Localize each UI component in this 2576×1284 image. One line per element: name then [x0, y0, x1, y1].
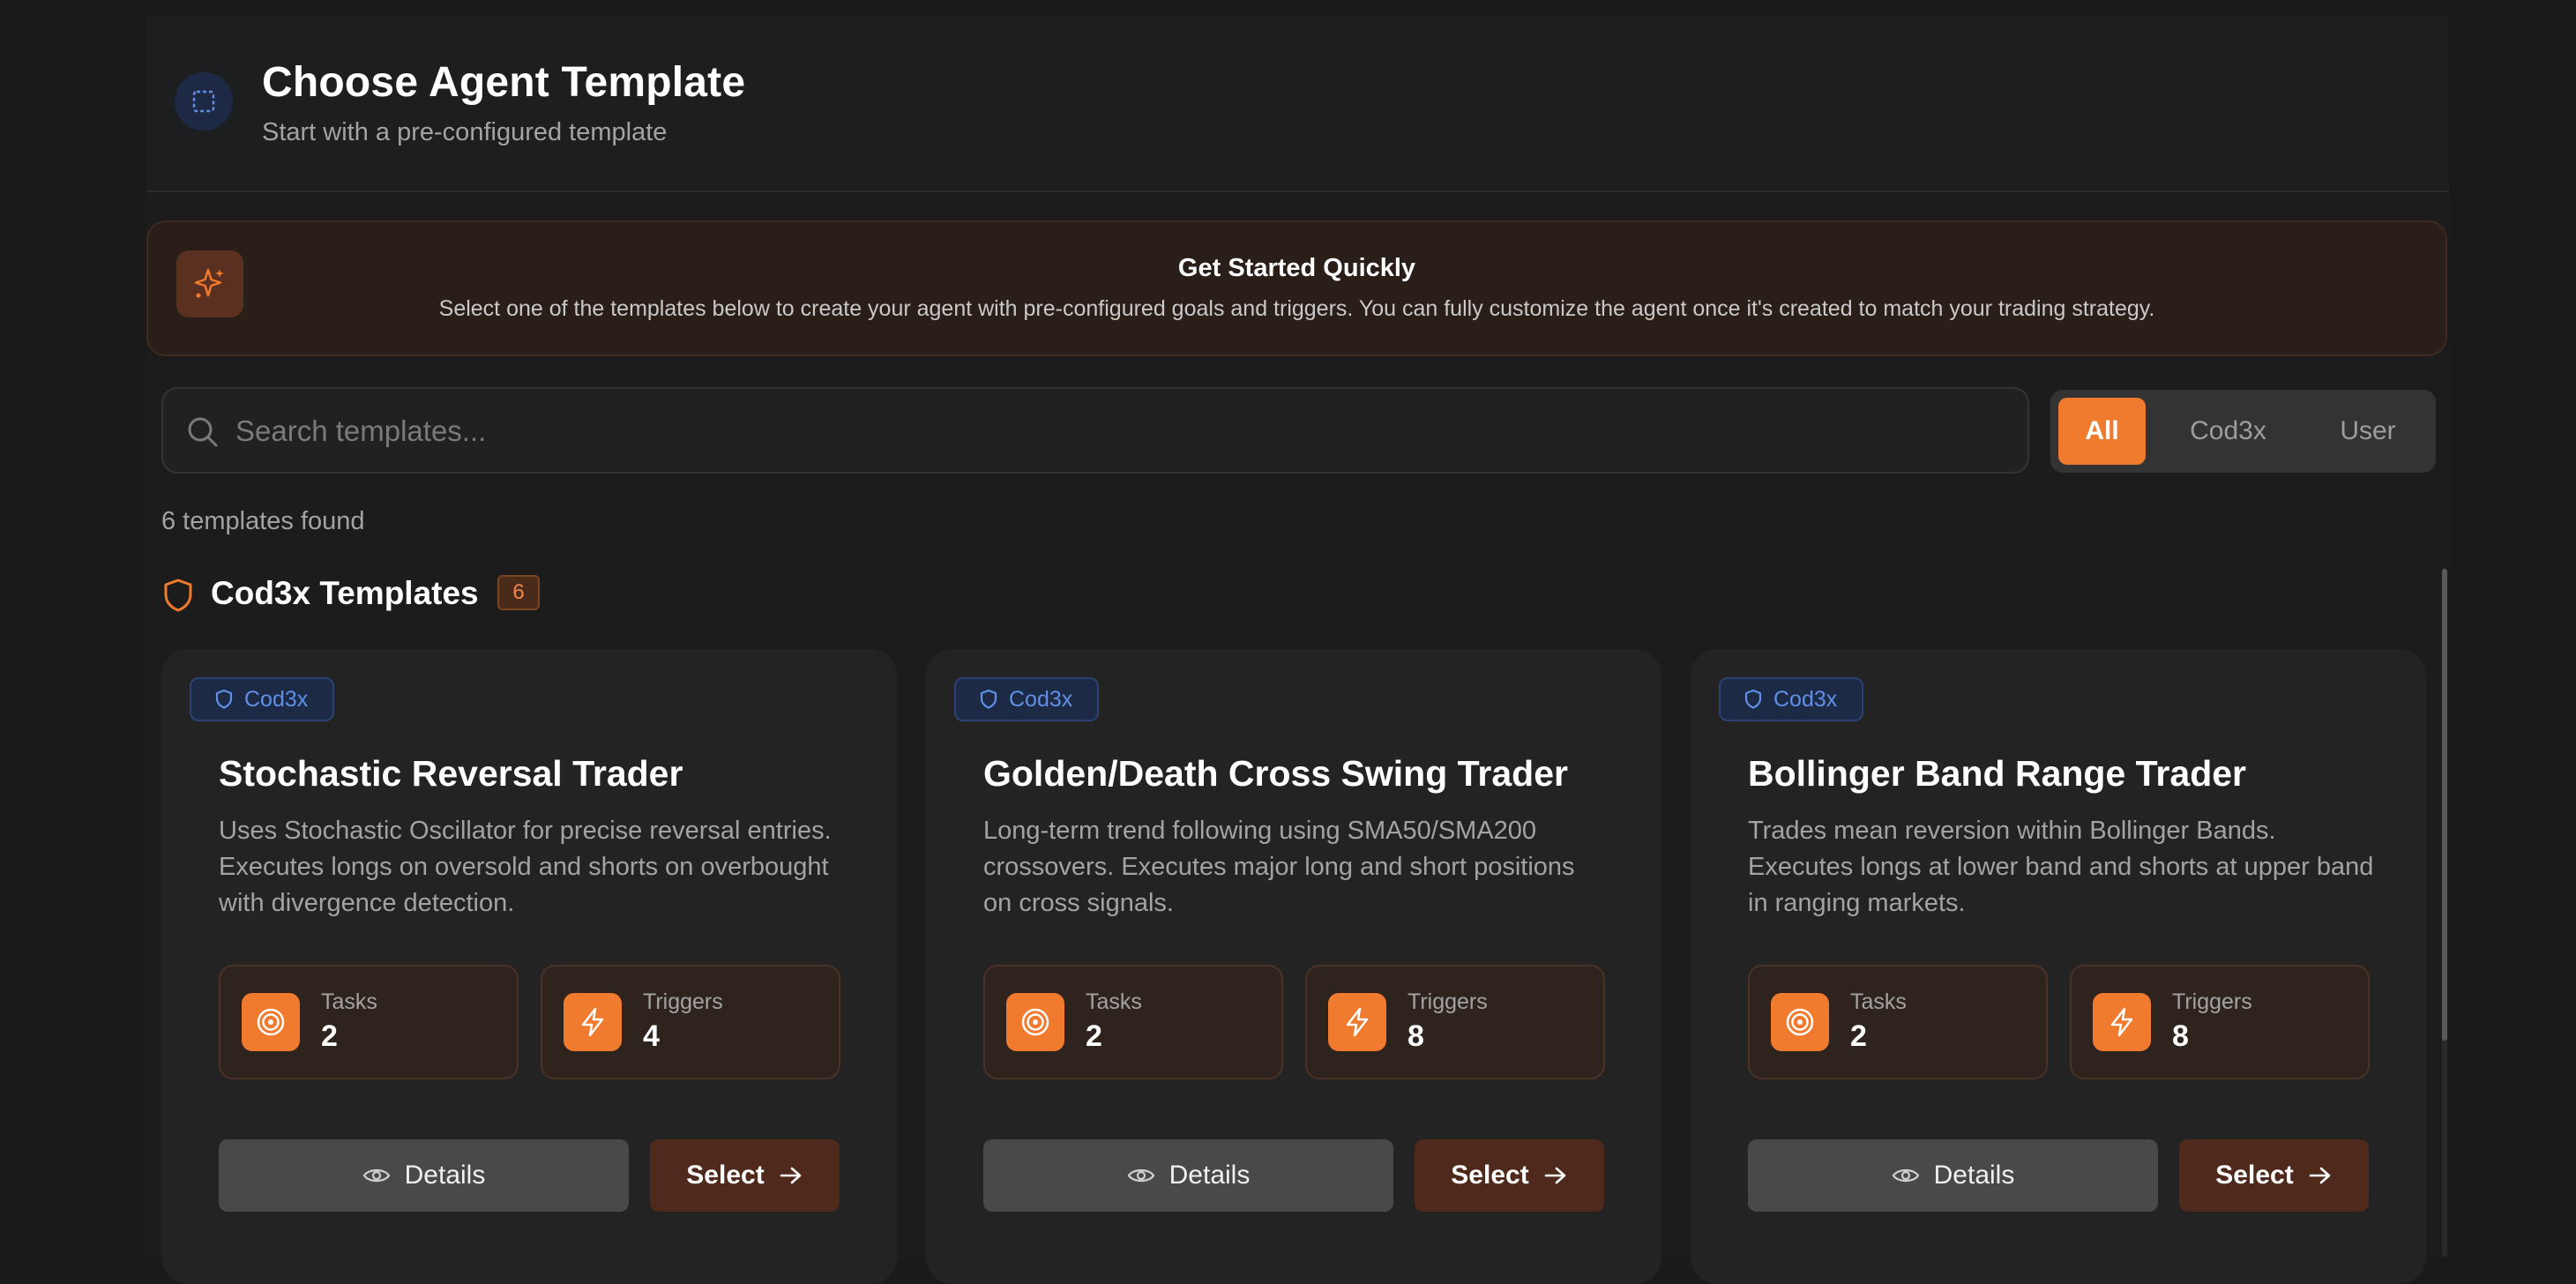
details-button[interactable]: Details	[1748, 1139, 2158, 1212]
details-button[interactable]: Details	[983, 1139, 1393, 1212]
eye-icon	[362, 1168, 390, 1183]
shield-icon	[161, 577, 195, 618]
page-header: Choose Agent Template Start with a pre-c…	[146, 16, 2449, 192]
card-title: Golden/Death Cross Swing Trader	[983, 753, 1568, 794]
lightning-icon	[564, 993, 622, 1051]
section-title: Cod3x Templates	[211, 575, 479, 611]
results-count: 6 templates found	[161, 507, 365, 535]
filter-user-button[interactable]: User	[2308, 398, 2428, 465]
target-icon	[242, 993, 300, 1051]
template-card[interactable]: Cod3x Stochastic Reversal Trader Uses St…	[161, 649, 897, 1284]
details-label: Details	[1933, 1161, 2015, 1190]
template-card[interactable]: Cod3x Golden/Death Cross Swing Trader Lo…	[926, 649, 1661, 1284]
tasks-count: 2	[321, 1019, 338, 1053]
select-label: Select	[2215, 1161, 2294, 1190]
filter-all-button[interactable]: All	[2058, 398, 2146, 465]
select-button[interactable]: Select	[650, 1139, 840, 1212]
target-icon	[1006, 993, 1064, 1051]
details-button[interactable]: Details	[219, 1139, 629, 1212]
tasks-stat: Tasks 2	[1748, 965, 2048, 1079]
badge-label: Cod3x	[1773, 686, 1838, 712]
filter-cod3x-button[interactable]: Cod3x	[2157, 398, 2299, 465]
triggers-count: 8	[1407, 1019, 1424, 1053]
tasks-count: 2	[1850, 1019, 1867, 1053]
tasks-label: Tasks	[321, 989, 377, 1014]
eye-icon	[1127, 1168, 1154, 1183]
source-filter-group: All Cod3x User	[2050, 390, 2436, 473]
triggers-count: 4	[643, 1019, 660, 1053]
triggers-label: Triggers	[1407, 989, 1488, 1014]
template-card[interactable]: Cod3x Bollinger Band Range Trader Trades…	[1691, 649, 2426, 1284]
select-button[interactable]: Select	[2179, 1139, 2369, 1212]
card-title: Bollinger Band Range Trader	[1748, 753, 2246, 794]
get-started-banner: Get Started Quickly Select one of the te…	[146, 220, 2447, 356]
shield-icon	[1744, 689, 1762, 709]
banner-text: Select one of the templates below to cre…	[438, 296, 2155, 321]
source-badge: Cod3x	[1719, 677, 1863, 721]
shield-icon	[215, 689, 233, 709]
arrow-right-icon	[1544, 1167, 1565, 1184]
card-description: Trades mean reversion within Bollinger B…	[1748, 817, 2374, 917]
select-label: Select	[1451, 1161, 1529, 1190]
search-input[interactable]	[234, 389, 2001, 474]
page-title: Choose Agent Template	[262, 59, 746, 106]
triggers-stat: Triggers 8	[2070, 965, 2370, 1079]
template-selection-icon	[175, 72, 233, 131]
tasks-stat: Tasks 2	[983, 965, 1283, 1079]
arrow-right-icon	[780, 1167, 801, 1184]
shield-icon	[980, 689, 997, 709]
arrow-right-icon	[2309, 1167, 2330, 1184]
tasks-stat: Tasks 2	[219, 965, 519, 1079]
tasks-label: Tasks	[1086, 989, 1142, 1014]
triggers-stat: Triggers 4	[541, 965, 840, 1079]
tasks-label: Tasks	[1850, 989, 1907, 1014]
select-button[interactable]: Select	[1415, 1139, 1604, 1212]
select-label: Select	[686, 1161, 765, 1190]
source-badge: Cod3x	[954, 677, 1099, 721]
section-count-badge: 6	[497, 575, 540, 610]
page-subtitle: Start with a pre-configured template	[262, 118, 668, 146]
triggers-label: Triggers	[643, 989, 723, 1014]
badge-label: Cod3x	[1009, 686, 1073, 712]
lightning-icon	[2093, 993, 2151, 1051]
card-title: Stochastic Reversal Trader	[219, 753, 683, 794]
scrollbar-thumb[interactable]	[2442, 569, 2447, 1041]
search-box[interactable]	[161, 387, 2029, 474]
banner-title: Get Started Quickly	[1177, 254, 1416, 282]
search-icon	[186, 415, 220, 453]
source-badge: Cod3x	[190, 677, 334, 721]
triggers-label: Triggers	[2172, 989, 2252, 1014]
details-label: Details	[1169, 1161, 1251, 1190]
card-description: Uses Stochastic Oscillator for precise r…	[219, 817, 832, 917]
eye-icon	[1892, 1168, 1919, 1183]
target-icon	[1771, 993, 1829, 1051]
badge-label: Cod3x	[244, 686, 309, 712]
lightning-icon	[1328, 993, 1386, 1051]
triggers-stat: Triggers 8	[1305, 965, 1605, 1079]
triggers-count: 8	[2172, 1019, 2189, 1053]
card-description: Long-term trend following using SMA50/SM…	[983, 817, 1575, 917]
details-label: Details	[404, 1161, 486, 1190]
tasks-count: 2	[1086, 1019, 1102, 1053]
